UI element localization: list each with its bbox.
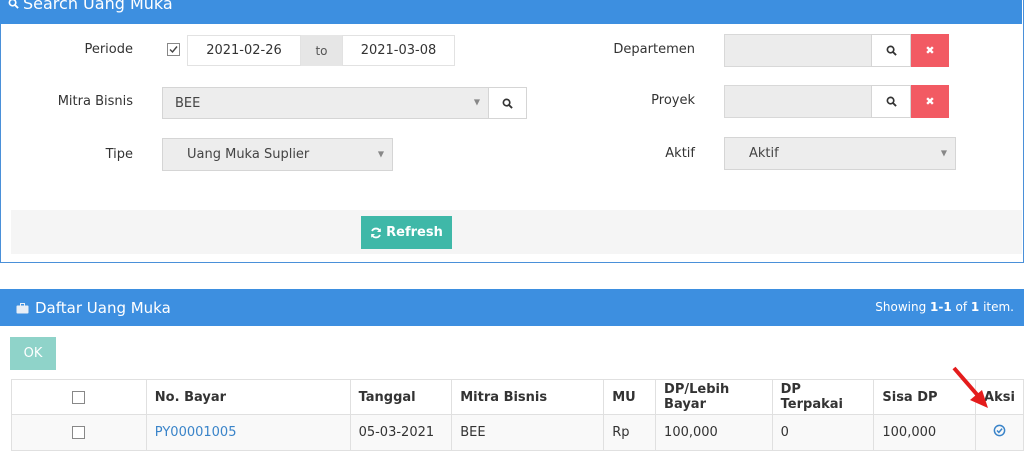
to-label: to — [301, 35, 342, 66]
aktif-value: Aktif — [749, 146, 779, 161]
pagination-summary: Showing 1-1 of 1 item. — [875, 300, 1014, 314]
tipe-value: Uang Muka Suplier — [187, 147, 310, 162]
aktif-select[interactable]: Aktif ▼ — [724, 137, 956, 170]
search-icon — [8, 0, 19, 9]
ok-button[interactable]: OK — [10, 337, 56, 370]
col-mitra-bisnis[interactable]: Mitra Bisnis — [451, 379, 605, 415]
periode-checkbox[interactable] — [167, 43, 180, 56]
cell-dp-lebih: 100,000 — [655, 414, 773, 451]
tipe-label: Tipe — [105, 147, 133, 162]
refresh-button[interactable]: Refresh — [361, 216, 452, 249]
mitra-search-button[interactable] — [488, 87, 527, 119]
col-dp-terpakai[interactable]: DP Terpakai — [771, 379, 875, 415]
mitra-select[interactable]: BEE ▼ — [162, 87, 489, 119]
departemen-input[interactable] — [724, 34, 872, 67]
close-icon: ✖ — [925, 44, 935, 57]
cell-tanggal: 05-03-2021 — [349, 414, 453, 451]
departemen-search-button[interactable] — [871, 34, 911, 67]
proyek-input[interactable] — [724, 85, 872, 118]
proyek-search-button[interactable] — [871, 85, 911, 118]
refresh-label: Refresh — [386, 225, 443, 240]
departemen-label: Departemen — [613, 42, 695, 57]
col-tanggal[interactable]: Tanggal — [349, 379, 453, 415]
uang-muka-table: No. Bayar Tanggal Mitra Bisnis MU DP/Leb… — [11, 379, 1024, 451]
search-panel-title: Search Uang Muka — [23, 0, 173, 13]
chevron-down-icon: ▼ — [377, 149, 384, 159]
list-panel-title: Daftar Uang Muka — [35, 299, 171, 317]
proyek-label: Proyek — [651, 93, 695, 108]
close-icon: ✖ — [925, 95, 935, 108]
search-icon — [502, 98, 513, 109]
briefcase-icon — [16, 302, 29, 313]
date-to-input[interactable]: 2021-03-08 — [342, 35, 455, 66]
date-from-input[interactable]: 2021-02-26 — [187, 35, 301, 66]
cell-sisa-dp: 100,000 — [873, 414, 977, 451]
check-icon — [169, 46, 178, 54]
proyek-clear-button[interactable]: ✖ — [911, 85, 949, 118]
chevron-down-icon: ▼ — [473, 97, 480, 107]
select-all-checkbox[interactable] — [72, 390, 86, 404]
chevron-down-icon: ▼ — [940, 148, 947, 158]
aktif-label: Aktif — [665, 146, 695, 161]
annotation-arrow-icon — [952, 366, 988, 408]
search-panel-header: Search Uang Muka — [0, 0, 1022, 24]
search-icon — [886, 45, 897, 56]
table-row: PY00001005 05-03-2021 BEE Rp 100,000 0 1… — [11, 414, 1024, 451]
periode-label: Periode — [84, 42, 133, 57]
cell-dp-terpakai: 0 — [771, 414, 875, 451]
cell-mitra: BEE — [451, 414, 605, 451]
no-bayar-link[interactable]: PY00001005 — [155, 425, 237, 440]
col-dp-lebih-bayar[interactable]: DP/Lebih Bayar — [655, 379, 773, 415]
mitra-label: Mitra Bisnis — [57, 94, 133, 109]
col-mu[interactable]: MU — [603, 379, 657, 415]
search-icon — [886, 96, 897, 107]
row-checkbox[interactable] — [72, 426, 86, 439]
search-footer — [11, 210, 1022, 254]
mitra-value: BEE — [175, 95, 201, 111]
check-circle-icon[interactable] — [993, 424, 1006, 437]
cell-mu: Rp — [603, 414, 657, 451]
col-no-bayar[interactable]: No. Bayar — [145, 379, 351, 415]
list-panel-header: Daftar Uang Muka Showing 1-1 of 1 item. — [0, 289, 1024, 326]
table-header-row: No. Bayar Tanggal Mitra Bisnis MU DP/Leb… — [11, 379, 1024, 415]
refresh-icon — [371, 227, 381, 238]
select-all-cell — [11, 379, 147, 415]
tipe-select[interactable]: Uang Muka Suplier ▼ — [162, 138, 393, 171]
departemen-clear-button[interactable]: ✖ — [911, 34, 949, 67]
